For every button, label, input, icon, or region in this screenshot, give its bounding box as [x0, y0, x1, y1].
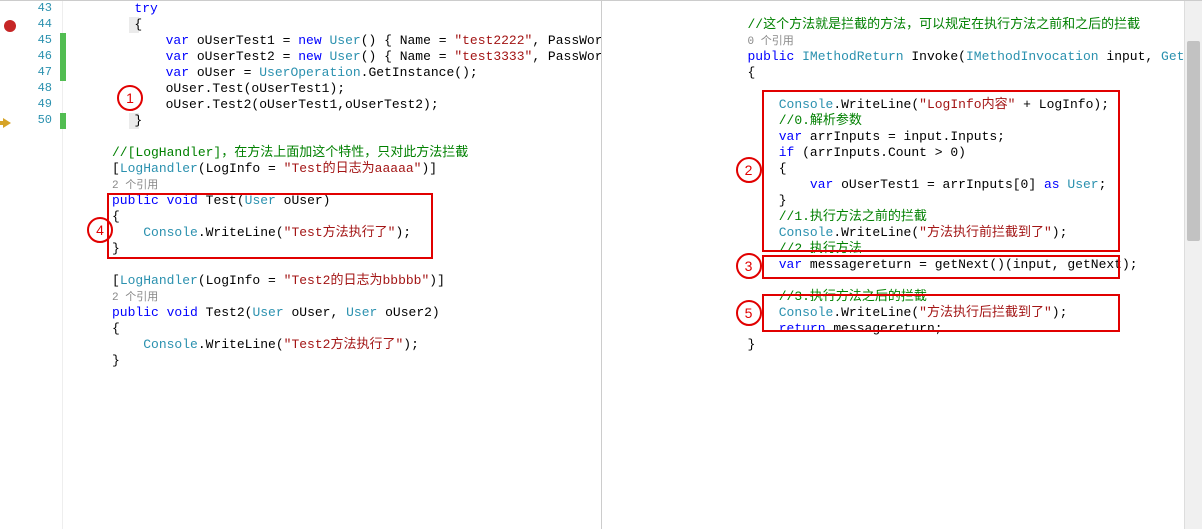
line-number: 46 — [0, 49, 56, 63]
annotation-4: 4 — [87, 217, 113, 243]
line-number: 43 — [0, 1, 56, 15]
editor-split: 4344454647484950 try { var oUserTest1 = … — [0, 0, 1202, 529]
line-number: 50 — [0, 113, 56, 127]
right-editor-pane[interactable]: //这个方法就是拦截的方法，可以规定在执行方法之前和之后的拦截0 个引用publ… — [602, 1, 1202, 529]
line-number: 49 — [0, 97, 56, 111]
line-number: 47 — [0, 65, 56, 79]
vertical-scrollbar[interactable] — [1184, 1, 1202, 529]
line-number: 45 — [0, 33, 56, 47]
scrollbar-thumb[interactable] — [1187, 41, 1200, 241]
left-editor-pane[interactable]: 4344454647484950 try { var oUserTest1 = … — [0, 1, 602, 529]
line-number: 44 — [0, 17, 56, 31]
line-number: 48 — [0, 81, 56, 95]
change-marker — [60, 33, 66, 81]
change-marker — [60, 113, 66, 129]
